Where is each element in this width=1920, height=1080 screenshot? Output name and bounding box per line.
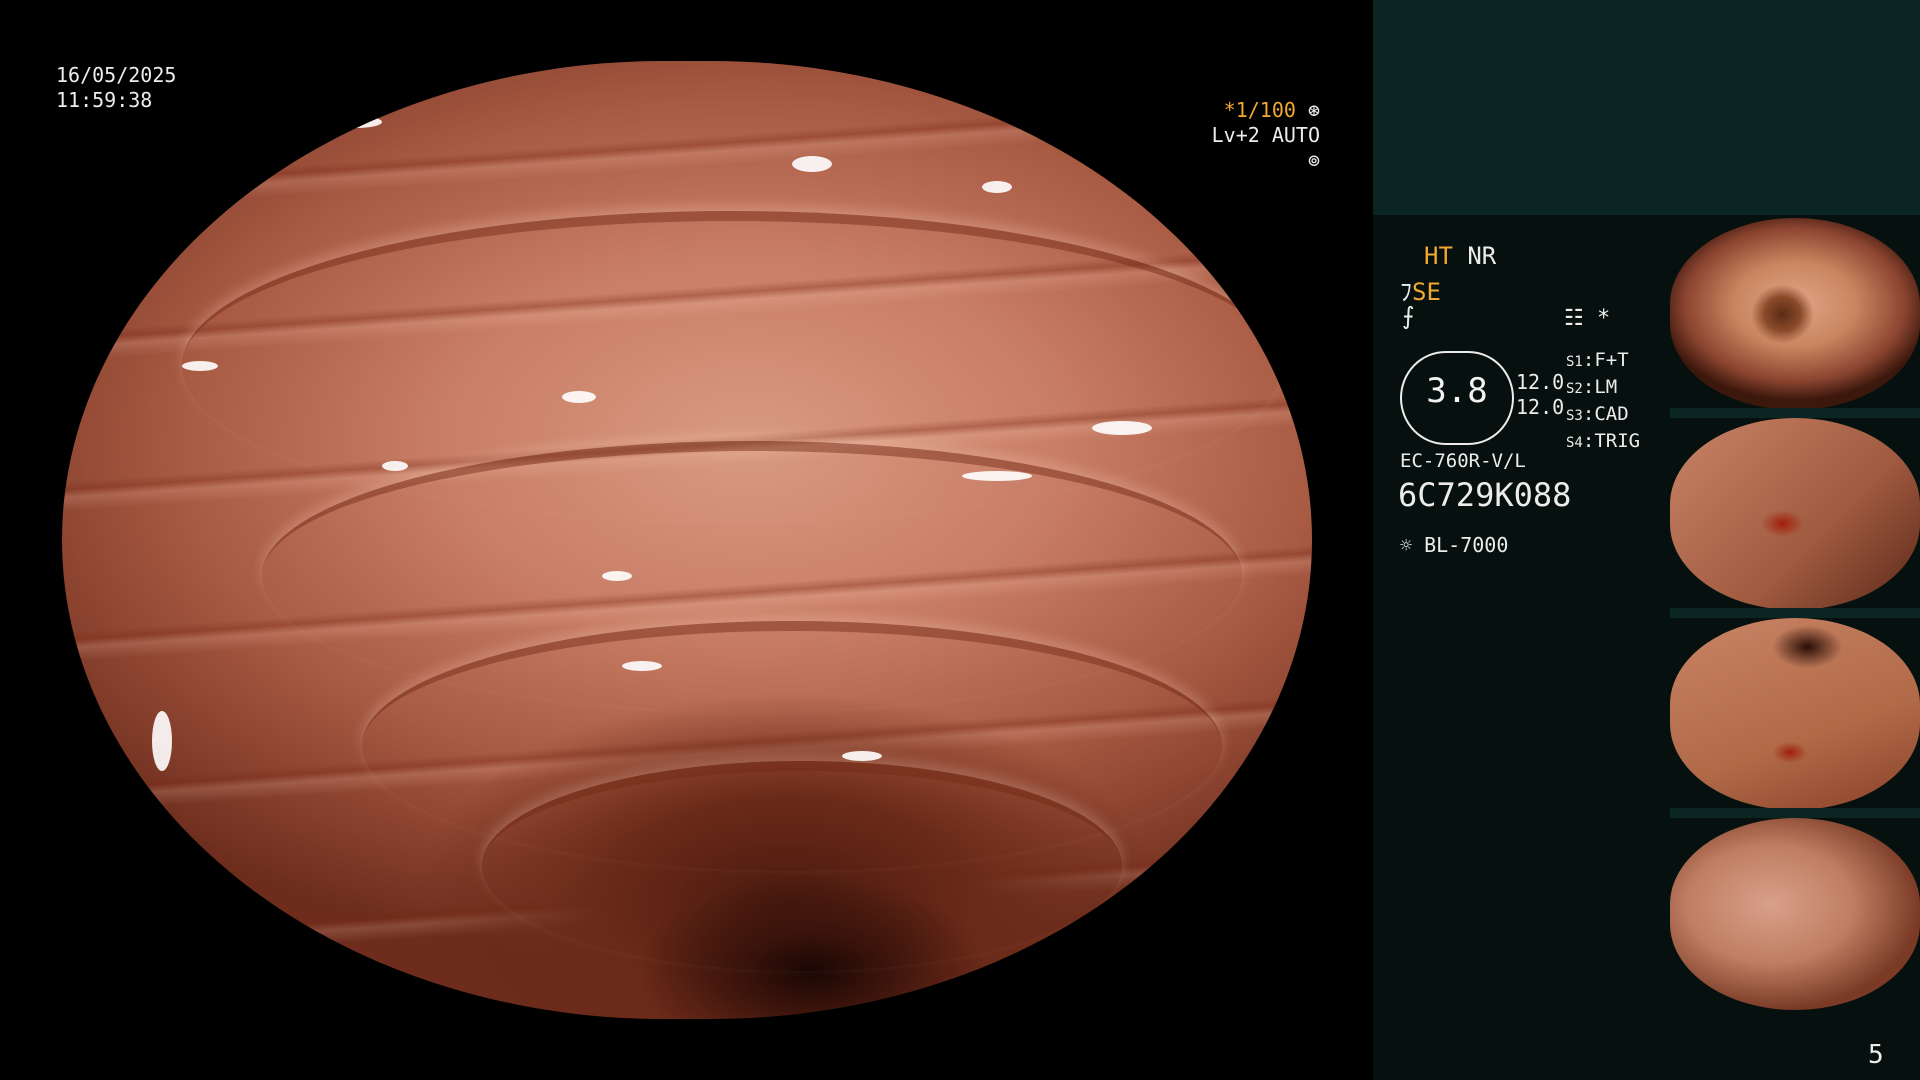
shutter-icon: ⊛ — [1307, 98, 1320, 122]
switch-row: S2:LM — [1566, 376, 1618, 398]
capture-thumbnail[interactable]: 6C729K088 — [1670, 618, 1920, 810]
page-number: 5 — [1868, 1040, 1884, 1070]
capture-thumbnail[interactable]: 6C729K088 — [1670, 218, 1920, 410]
se-mode: SE — [1412, 278, 1441, 306]
switch-row: S3:CAD — [1566, 403, 1629, 425]
light-reflection — [962, 471, 1032, 481]
switch-row: S1:F+T — [1566, 349, 1629, 371]
thumbnail-divider — [1670, 808, 1920, 818]
thumbnail-label: 6C729K088 — [1674, 799, 1707, 806]
gauge-range-2: 12.0 — [1516, 395, 1565, 419]
menu-icon: ☷ — [1564, 306, 1584, 331]
light-reflection — [562, 391, 596, 403]
thumbnail-label: 6C729K088 — [1674, 999, 1707, 1006]
thumbnail-label: 6C729K088 — [1674, 599, 1707, 606]
brightness-level: Lv+2 AUTO — [1211, 123, 1320, 147]
panel-header-area — [1373, 0, 1920, 215]
light-reflection — [1092, 421, 1152, 435]
thumbnail-divider — [1670, 408, 1920, 418]
light-source-row: ☼ BL-7000 — [1400, 533, 1508, 557]
asterisk-icon: * — [1596, 306, 1611, 331]
mucosal-fold — [482, 761, 1122, 971]
processing-modes: HT NR — [1424, 242, 1496, 270]
iris-icon: ⊚ — [1307, 148, 1320, 172]
gauge-range: 12.0 12.0 — [1516, 370, 1564, 420]
light-source-model: BL-7000 — [1424, 533, 1509, 557]
switch-row: S4:TRIG — [1566, 430, 1641, 452]
shutter-speed: *1/100 — [1223, 98, 1296, 122]
nr-mode: NR — [1467, 242, 1497, 270]
light-bulb-icon: ☼ — [1400, 533, 1413, 557]
light-reflection — [152, 711, 172, 771]
zoom-gauge: 3.8 — [1400, 351, 1514, 445]
light-reflection — [792, 156, 832, 172]
light-reflection — [332, 116, 382, 128]
capture-date: 16/05/2025 — [56, 63, 177, 87]
switch-list: S1:F+T S2:LM S3:CAD S4:TRIG — [1566, 348, 1640, 456]
capture-time: 11:59:38 — [56, 88, 153, 112]
zoom-value: 3.8 — [1426, 371, 1488, 411]
settings-icons: ☷ * — [1564, 306, 1610, 331]
ht-mode: HT — [1424, 242, 1453, 270]
exposure-info: *1/100 ⊛ Lv+2 AUTO ⊚ — [1190, 98, 1320, 173]
light-reflection — [382, 461, 408, 471]
thumbnail-label: 6C729K088 — [1674, 399, 1707, 406]
gauge-range-1: 12.0 — [1516, 370, 1565, 394]
capture-thumbnail[interactable]: 6C729K088 — [1670, 818, 1920, 1010]
light-reflection — [622, 661, 662, 671]
thumbnail-divider — [1670, 608, 1920, 618]
light-reflection — [182, 361, 218, 371]
color-enhance-icon: ⨍ — [1402, 302, 1415, 330]
light-reflection — [602, 571, 632, 581]
light-reflection — [842, 751, 882, 761]
scope-serial: 6C729K088 — [1398, 476, 1572, 514]
capture-thumbnail[interactable]: 6C729K088 — [1670, 418, 1920, 610]
capture-datetime: 16/05/2025 11:59:38 — [56, 63, 176, 113]
endoscope-main-view — [62, 61, 1312, 1019]
light-reflection — [982, 181, 1012, 193]
scope-model: EC-760R-V/L — [1400, 450, 1526, 472]
